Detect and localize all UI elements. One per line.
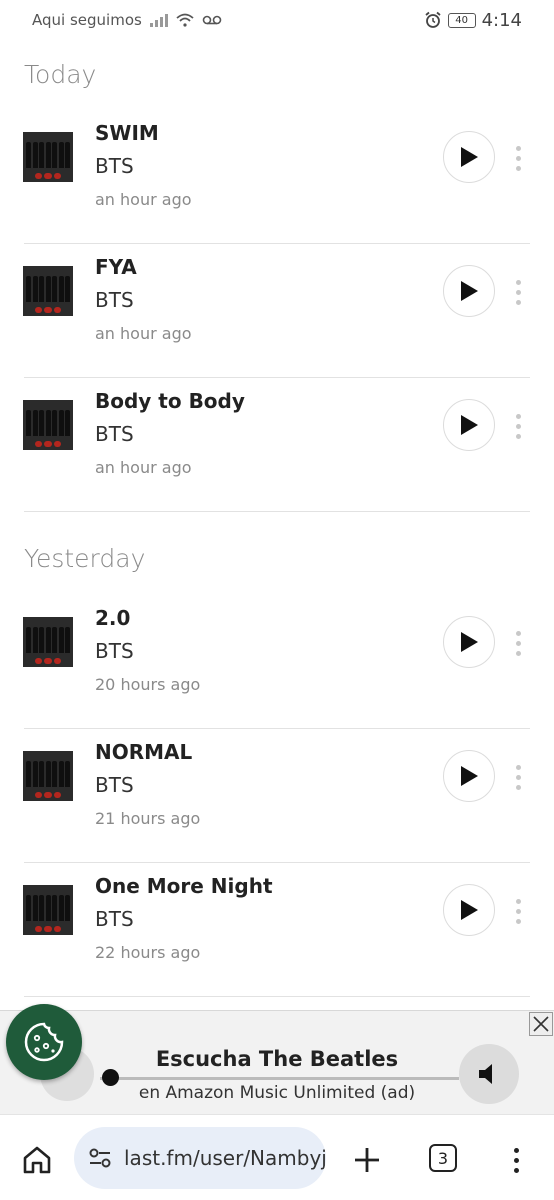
divider xyxy=(24,996,530,997)
album-art xyxy=(23,885,73,935)
album-art xyxy=(23,132,73,182)
play-button[interactable] xyxy=(443,265,495,317)
track-timestamp: 20 hours ago xyxy=(95,675,201,694)
url-text[interactable]: last.fm/user/Nambyjе xyxy=(124,1146,326,1170)
track-artist[interactable]: BTS xyxy=(95,288,134,312)
voicemail-icon xyxy=(202,15,222,25)
track-artist[interactable]: BTS xyxy=(95,773,134,797)
play-icon xyxy=(461,632,478,652)
more-vert-icon[interactable] xyxy=(506,1143,526,1177)
album-art xyxy=(23,751,73,801)
play-button[interactable] xyxy=(443,884,495,936)
play-icon xyxy=(461,766,478,786)
more-options-button[interactable] xyxy=(510,406,526,446)
play-icon xyxy=(461,281,478,301)
ad-banner[interactable]: Escucha The Beatles en Amazon Music Unli… xyxy=(0,1010,554,1114)
track-artist[interactable]: BTS xyxy=(95,639,134,663)
section-title-today: Today xyxy=(24,60,97,89)
plus-icon[interactable] xyxy=(350,1143,384,1177)
track-title[interactable]: Body to Body xyxy=(95,389,245,413)
track-title[interactable]: 2.0 xyxy=(95,606,130,630)
close-icon xyxy=(533,1016,549,1032)
track-timestamp: an hour ago xyxy=(95,190,192,209)
ad-speaker-button[interactable] xyxy=(459,1044,519,1104)
track-row[interactable]: NORMAL BTS 21 hours ago xyxy=(0,729,554,863)
tab-switcher-button[interactable]: 3 xyxy=(429,1144,457,1172)
track-title[interactable]: NORMAL xyxy=(95,740,192,764)
track-title[interactable]: FYA xyxy=(95,255,137,279)
track-title[interactable]: One More Night xyxy=(95,874,273,898)
track-row[interactable]: Body to Body BTS an hour ago xyxy=(0,378,554,512)
play-button[interactable] xyxy=(443,616,495,668)
speaker-icon xyxy=(479,1064,492,1084)
play-icon xyxy=(461,900,478,920)
home-icon[interactable] xyxy=(20,1143,54,1177)
album-art xyxy=(23,617,73,667)
track-artist[interactable]: BTS xyxy=(95,422,134,446)
track-row[interactable]: SWIM BTS an hour ago xyxy=(0,110,554,244)
track-artist[interactable]: BTS xyxy=(95,907,134,931)
play-button[interactable] xyxy=(443,750,495,802)
status-time: 4:14 xyxy=(481,9,522,31)
section-title-yesterday: Yesterday xyxy=(24,544,146,573)
address-bar[interactable]: last.fm/user/Nambyjе xyxy=(74,1127,326,1189)
more-options-button[interactable] xyxy=(510,272,526,312)
track-timestamp: 21 hours ago xyxy=(95,809,201,828)
play-icon xyxy=(461,415,478,435)
album-art xyxy=(23,400,73,450)
track-artist[interactable]: BTS xyxy=(95,154,134,178)
track-timestamp: 22 hours ago xyxy=(95,943,201,962)
battery-icon: 40 xyxy=(447,12,476,28)
play-button[interactable] xyxy=(443,399,495,451)
track-timestamp: an hour ago xyxy=(95,458,192,477)
track-timestamp: an hour ago xyxy=(95,324,192,343)
more-options-button[interactable] xyxy=(510,757,526,797)
divider xyxy=(24,511,530,512)
alarm-icon xyxy=(425,11,441,28)
play-icon xyxy=(461,147,478,167)
more-options-button[interactable] xyxy=(510,138,526,178)
ad-progress-track xyxy=(100,1077,459,1080)
more-options-button[interactable] xyxy=(510,623,526,663)
track-row[interactable]: One More Night BTS 22 hours ago xyxy=(0,863,554,997)
play-button[interactable] xyxy=(443,131,495,183)
track-title[interactable]: SWIM xyxy=(95,121,159,145)
more-options-button[interactable] xyxy=(510,891,526,931)
status-bar: Aqui seguimos 40 4:14 xyxy=(0,0,554,40)
carrier-label: Aqui seguimos xyxy=(32,11,142,29)
track-row[interactable]: 2.0 BTS 20 hours ago xyxy=(0,595,554,729)
album-art xyxy=(23,266,73,316)
tune-icon[interactable] xyxy=(86,1144,114,1172)
wifi-icon xyxy=(176,13,194,27)
ad-close-button[interactable] xyxy=(529,1012,553,1036)
signal-icon xyxy=(149,13,168,27)
track-row[interactable]: FYA BTS an hour ago xyxy=(0,244,554,378)
cookie-icon xyxy=(24,1022,64,1062)
cookie-settings-button[interactable] xyxy=(6,1004,82,1080)
browser-bottom-bar: last.fm/user/Nambyjе 3 xyxy=(0,1114,554,1200)
